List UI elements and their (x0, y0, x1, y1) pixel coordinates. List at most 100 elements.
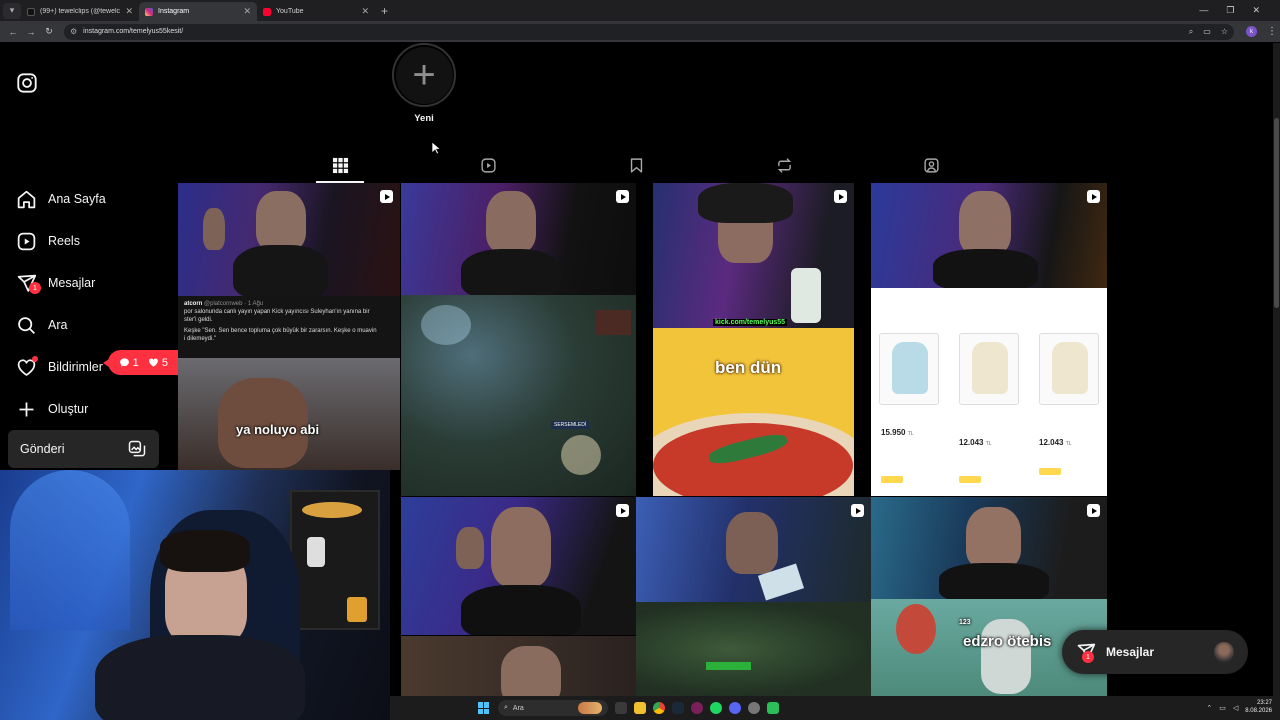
shelf (290, 490, 380, 630)
close-icon[interactable]: ✕ (361, 6, 369, 17)
sidebar-item-home[interactable]: Ana Sayfa (16, 186, 106, 212)
taskbar-search[interactable]: ⌕ Ara (498, 700, 608, 716)
windows-start-icon[interactable] (478, 702, 490, 714)
file-explorer-icon[interactable] (634, 702, 646, 714)
youtube-icon (263, 7, 271, 16)
discord-icon[interactable] (729, 702, 741, 714)
address-bar-row: ← → ↻ ⚙ instagram.com/temelyus55kesit/ ⌕… (0, 21, 1280, 42)
taskbar-search-placeholder: Ara (512, 704, 524, 712)
tab-reposts[interactable] (774, 155, 794, 175)
app-icon[interactable] (691, 702, 703, 714)
instagram-logo-icon[interactable] (16, 72, 38, 94)
reload-icon[interactable]: ↻ (40, 26, 58, 37)
profile-avatar[interactable]: k (1246, 26, 1257, 37)
sidebar-item-label: Bildirimler (48, 360, 103, 374)
game-status-label: SERSEMLEDİ (551, 421, 590, 429)
page-scrollbar[interactable] (1273, 43, 1280, 696)
streamer-face (959, 191, 1011, 255)
health-bar (706, 662, 751, 670)
mouse-cursor-icon (431, 141, 441, 155)
site-info-icon[interactable]: ⚙ (70, 27, 77, 36)
bookmark-star-icon[interactable]: ☆ (1221, 27, 1228, 36)
hot-air-balloon (896, 604, 936, 654)
browser-tab-youtube[interactable]: YouTube ✕ (257, 2, 375, 21)
streamer-face (966, 507, 1021, 569)
cast-icon[interactable]: ▭ (1203, 27, 1211, 36)
tab-search-button[interactable]: ▾ (3, 2, 21, 19)
sidebar-item-reels[interactable]: Reels (16, 228, 80, 254)
post-tile[interactable]: SERSEMLEDİ (401, 183, 636, 496)
chevron-up-icon[interactable]: ⌃ (1206, 704, 1212, 712)
tab-tagged[interactable] (921, 155, 941, 175)
reposts-icon (777, 157, 791, 173)
clock-date: 8.08.2026 (1245, 708, 1272, 714)
messages-pill-badge: 1 (1082, 651, 1094, 663)
product-card (1039, 333, 1099, 405)
product-price: 15.950 TL (881, 428, 914, 437)
sidebar-item-messages[interactable]: 1 Mesajlar (16, 270, 95, 296)
wall-art (10, 470, 130, 630)
browser-tab-tiktok[interactable]: (99+) tewelclips (@tewelclips) | ✕ (21, 2, 139, 21)
messages-pill-label: Mesajlar (1106, 645, 1155, 659)
steam-icon[interactable] (672, 702, 684, 714)
post-tile[interactable]: kick.com/temelyus55 ben dün (653, 183, 854, 496)
zoom-icon[interactable]: ⌕ (1189, 27, 1193, 37)
create-post-option[interactable]: Gönderi (8, 430, 159, 468)
notification-dot (32, 356, 38, 362)
maximize-icon[interactable]: ❐ (1226, 5, 1234, 16)
streamer-body (461, 585, 581, 635)
close-icon[interactable]: ✕ (243, 6, 251, 17)
task-view-icon[interactable] (615, 702, 627, 714)
thumbnail-image (871, 497, 1107, 603)
plus-icon: + (395, 46, 453, 104)
spotify-icon[interactable] (710, 702, 722, 714)
forward-icon[interactable]: → (22, 27, 40, 37)
reels-icon (17, 232, 36, 250)
streamer-body (939, 563, 1049, 603)
volume-icon[interactable]: ◁ (1233, 704, 1238, 712)
post-tile[interactable]: 15.950 TL 12.043 TL 12.043 TL (871, 183, 1107, 496)
thumbnail-image (871, 183, 1107, 291)
reel-badge-icon (1087, 190, 1100, 203)
tiktok-icon (27, 7, 35, 16)
tab-title: YouTube (276, 8, 304, 15)
post-tile[interactable] (401, 497, 636, 635)
address-bar[interactable]: ⚙ instagram.com/temelyus55kesit/ ⌕ ▭ ☆ (64, 23, 1234, 40)
post-gallery-icon (128, 440, 146, 457)
tab-posts[interactable] (330, 155, 350, 175)
new-tab-button[interactable]: + (381, 4, 388, 18)
close-window-icon[interactable]: ✕ (1252, 5, 1260, 16)
posts-grid-icon (332, 157, 348, 173)
tab-saved[interactable] (626, 155, 646, 175)
menu-icon[interactable]: ⋮ (1267, 26, 1277, 37)
post-tile[interactable]: atcorn @platcornweb · 1 Ağu por salonund… (178, 183, 400, 470)
sidebar-item-search[interactable]: Ara (16, 312, 67, 338)
sidebar-item-create[interactable]: Oluştur (16, 396, 88, 422)
app-icon[interactable] (767, 702, 779, 714)
sidebar-item-notifications[interactable]: Bildirimler (16, 354, 103, 380)
avatar (1214, 642, 1234, 662)
close-icon[interactable]: ✕ (125, 6, 133, 17)
sidebar-item-label: Ana Sayfa (48, 192, 106, 206)
settings-icon[interactable] (748, 702, 760, 714)
scrollbar-thumb[interactable] (1274, 118, 1279, 308)
create-post-label: Gönderi (20, 442, 65, 456)
back-icon[interactable]: ← (4, 27, 22, 37)
new-highlight-button[interactable]: + (392, 43, 456, 107)
hand (203, 208, 225, 250)
tagged-icon (923, 157, 939, 173)
streamer-hair (160, 530, 250, 572)
chrome-icon[interactable] (653, 702, 665, 714)
minimize-icon[interactable]: — (1199, 5, 1208, 16)
post-tile[interactable] (636, 497, 871, 696)
clock[interactable]: 23:27 8.08.2026 (1245, 700, 1272, 716)
product-card (959, 333, 1019, 405)
tab-title: Instagram (158, 8, 190, 15)
browser-tab-instagram[interactable]: Instagram ✕ (139, 2, 257, 21)
tab-reels[interactable] (478, 155, 498, 175)
post-tile[interactable] (401, 636, 636, 696)
search-highlight-image (578, 702, 602, 714)
url-text: instagram.com/temelyus55kesit/ (83, 28, 184, 35)
network-icon[interactable]: ▭ (1219, 704, 1226, 712)
product-price: 12.043 TL (1039, 438, 1072, 447)
